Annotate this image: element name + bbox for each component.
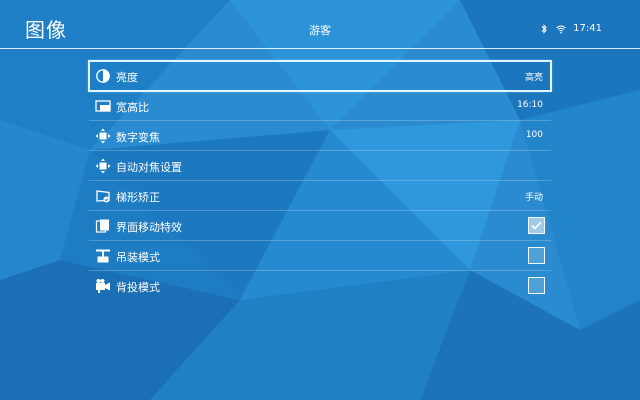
- aspect-ratio-icon: [95, 100, 111, 112]
- setting-value: 高亮: [524, 73, 543, 83]
- header-divider: [0, 48, 640, 49]
- setting-row-brightness[interactable]: 亮度 高亮: [88, 60, 552, 92]
- settings-list: 亮度 高亮 宽高比 16:10 数字变焦 100 自动对焦设置 梯形矫正 手动 …: [88, 60, 552, 301]
- wifi-icon: [556, 25, 567, 33]
- setting-label: 吊装模式: [116, 251, 160, 264]
- checkmark-icon: [531, 221, 542, 230]
- bluetooth-icon: [541, 23, 547, 34]
- status-bar: 17:41: [539, 23, 602, 34]
- setting-row-aspect-ratio[interactable]: 宽高比 16:10: [89, 91, 551, 121]
- ceiling-mount-icon: [96, 249, 110, 263]
- digital-zoom-icon: [95, 128, 111, 144]
- clock: 17:41: [573, 23, 602, 34]
- rear-projection-checkbox[interactable]: [528, 277, 545, 294]
- setting-label: 背投模式: [116, 281, 160, 294]
- setting-row-keystone[interactable]: 梯形矫正 手动: [89, 181, 551, 211]
- setting-value: 16:10: [517, 100, 543, 110]
- keystone-icon: [96, 190, 110, 203]
- setting-label: 梯形矫正: [116, 191, 160, 204]
- setting-row-rear-projection[interactable]: 背投模式: [89, 271, 551, 301]
- ceiling-mount-checkbox[interactable]: [528, 247, 545, 264]
- brightness-icon: [96, 69, 110, 83]
- header-bar: 图像 游客 17:41: [0, 0, 640, 49]
- setting-label: 数字变焦: [116, 131, 160, 144]
- autofocus-icon: [95, 158, 111, 174]
- setting-row-digital-zoom[interactable]: 数字变焦 100: [89, 121, 551, 151]
- setting-row-autofocus[interactable]: 自动对焦设置: [89, 151, 551, 181]
- setting-label: 亮度: [116, 71, 138, 84]
- setting-value: 100: [525, 130, 543, 140]
- setting-label: 自动对焦设置: [116, 161, 182, 174]
- ui-motion-effect-icon: [95, 219, 109, 233]
- setting-row-ceiling-mount[interactable]: 吊装模式: [89, 241, 551, 271]
- setting-row-ui-motion-effect[interactable]: 界面移动特效: [89, 211, 551, 241]
- setting-label: 界面移动特效: [116, 221, 182, 234]
- setting-label: 宽高比: [116, 101, 149, 114]
- setting-value: 手动: [524, 193, 543, 203]
- rear-projection-icon: [96, 279, 110, 293]
- ui-motion-effect-checkbox[interactable]: [528, 217, 545, 234]
